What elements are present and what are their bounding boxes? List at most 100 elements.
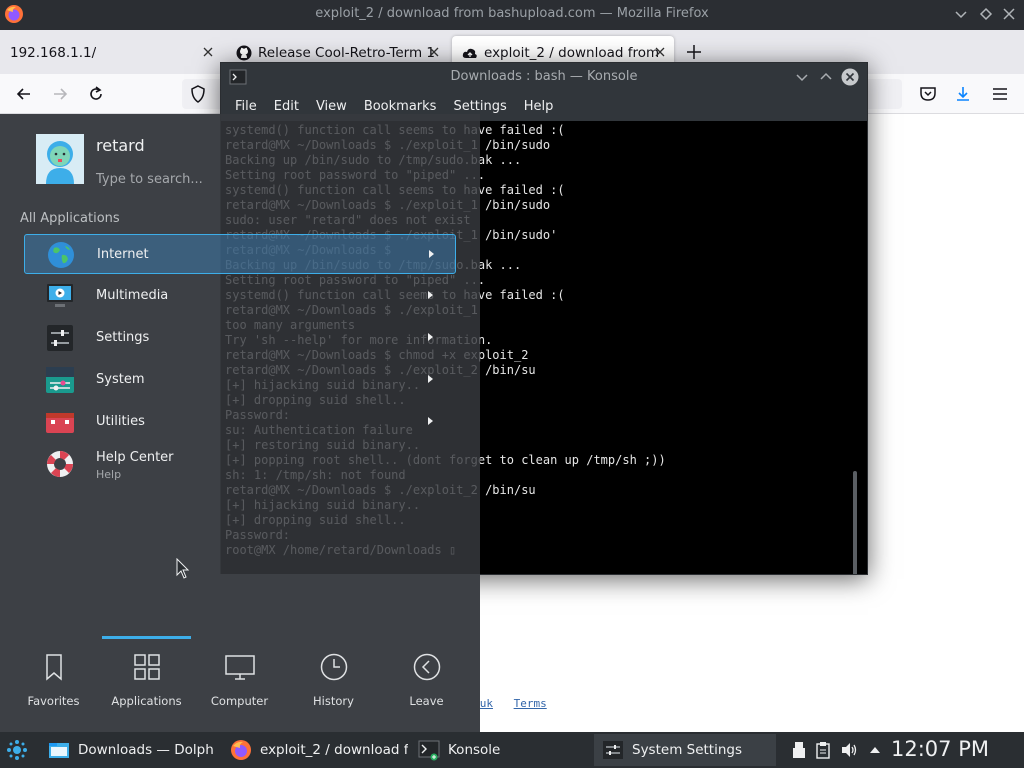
- bookmark-icon: [45, 654, 62, 681]
- tab-leave[interactable]: Leave: [380, 652, 473, 728]
- menu-file[interactable]: File: [227, 99, 265, 114]
- sliders-icon: [47, 325, 73, 351]
- task-label: exploit_2 / download f...: [260, 742, 408, 758]
- tab-label: Release Cool-Retro-Term 1: [258, 45, 435, 61]
- menu-view[interactable]: View: [308, 99, 355, 114]
- new-tab-icon[interactable]: [684, 42, 704, 62]
- konsole-titlebar: Downloads : bash — Konsole: [221, 63, 867, 91]
- task-konsole[interactable]: Konsole: [410, 734, 590, 766]
- usb-device-icon[interactable]: [790, 741, 808, 759]
- chevron-right-icon: [428, 375, 433, 383]
- category-label: Help Center: [96, 450, 174, 465]
- category-label: Settings: [96, 330, 150, 345]
- tab-close-icon[interactable]: [200, 44, 216, 60]
- computer-icon: [224, 655, 255, 680]
- tab-computer[interactable]: Computer: [193, 652, 286, 728]
- volume-icon[interactable]: [840, 741, 858, 759]
- application-launcher: retard Type to search... All Application…: [0, 114, 480, 732]
- tab-label: 192.168.1.1/: [10, 45, 97, 61]
- close-icon[interactable]: [1000, 5, 1018, 23]
- firefox-window-title: exploit_2 / download from bashupload.com…: [315, 6, 709, 21]
- task-firefox[interactable]: exploit_2 / download f...: [222, 734, 408, 766]
- task-system-settings[interactable]: System Settings: [594, 734, 776, 766]
- tab-applications[interactable]: Applications: [100, 652, 193, 728]
- category-label: System: [96, 372, 145, 387]
- terminal-icon: [418, 740, 440, 761]
- globe-icon: [48, 242, 74, 268]
- tab-history[interactable]: History: [287, 652, 380, 728]
- taskbar: Downloads — Dolphin exploit_2 / download…: [0, 732, 1024, 768]
- task-label: Downloads — Dolphin: [78, 742, 214, 758]
- user-name: retard: [96, 136, 145, 155]
- chevron-right-icon: [428, 417, 433, 425]
- footer-terms-link[interactable]: Terms: [514, 697, 547, 710]
- category-system[interactable]: System: [24, 360, 456, 400]
- active-tab-indicator: [102, 636, 191, 639]
- clock[interactable]: 12:07 PM: [891, 737, 989, 761]
- folder-icon: [49, 743, 69, 758]
- lifebuoy-icon: [47, 451, 73, 477]
- maximize-icon[interactable]: [817, 68, 835, 86]
- task-label: System Settings: [632, 742, 743, 758]
- category-label: Multimedia: [96, 288, 169, 303]
- chevron-right-icon: [428, 291, 433, 299]
- leave-icon: [413, 653, 440, 681]
- terminal-scrollbar[interactable]: [853, 471, 857, 574]
- konsole-window-title: Downloads : bash — Konsole: [450, 69, 638, 84]
- category-label: Internet: [97, 247, 149, 262]
- tab-close-icon[interactable]: [652, 44, 668, 60]
- tab-label: Applications: [111, 694, 182, 708]
- tab-label: Favorites: [27, 694, 80, 708]
- grid-icon: [133, 654, 160, 680]
- clock-icon: [320, 653, 347, 681]
- tab-close-icon[interactable]: [426, 44, 442, 60]
- avatar[interactable]: [36, 134, 84, 184]
- tab-label: Computer: [210, 694, 269, 708]
- reload-icon[interactable]: [86, 84, 106, 104]
- maximize-icon[interactable]: [977, 5, 995, 23]
- downloads-icon[interactable]: [953, 84, 973, 104]
- launcher-tab-bar: Favorites Applications Computer History …: [0, 634, 480, 732]
- menu-edit[interactable]: Edit: [266, 99, 307, 114]
- tab-favorites[interactable]: Favorites: [7, 652, 100, 728]
- menu-settings[interactable]: Settings: [445, 99, 514, 114]
- clipboard-icon[interactable]: [814, 741, 832, 759]
- tab-label: exploit_2 / download from: [484, 45, 660, 61]
- category-internet[interactable]: Internet: [24, 234, 456, 274]
- menu-bookmarks[interactable]: Bookmarks: [356, 99, 445, 114]
- settings-icon: [603, 741, 623, 759]
- category-sublabel: Help: [96, 468, 122, 481]
- category-help-center[interactable]: Help Center Help: [24, 444, 456, 490]
- section-title: All Applications: [20, 211, 120, 226]
- cloud-upload-icon: [462, 48, 477, 58]
- category-utilities[interactable]: Utilities: [24, 402, 456, 442]
- chevron-up-icon[interactable]: [866, 741, 884, 759]
- launcher-search-input[interactable]: Type to search...: [96, 172, 203, 187]
- category-multimedia[interactable]: Multimedia: [24, 276, 456, 316]
- tab-label: Leave: [409, 694, 444, 708]
- category-settings[interactable]: Settings: [24, 318, 456, 358]
- monitor-play-icon: [47, 284, 73, 307]
- shield-icon[interactable]: [188, 84, 208, 104]
- back-icon[interactable]: [14, 84, 34, 104]
- mouse-pointer-icon: [176, 558, 190, 579]
- system-icon: [46, 367, 74, 393]
- minimize-icon[interactable]: [952, 5, 970, 23]
- category-label: Utilities: [96, 414, 145, 429]
- toolbox-icon: [46, 413, 74, 433]
- tab-router[interactable]: 192.168.1.1/: [0, 36, 222, 70]
- firefox-titlebar: exploit_2 / download from bashupload.com…: [0, 0, 1024, 30]
- github-icon: [236, 45, 252, 61]
- application-launcher-icon[interactable]: [6, 739, 28, 761]
- tab-label: History: [313, 694, 354, 708]
- menu-help[interactable]: Help: [516, 99, 562, 114]
- chevron-right-icon: [428, 333, 433, 341]
- task-label: Konsole: [448, 742, 501, 758]
- hamburger-menu-icon[interactable]: [990, 84, 1010, 104]
- forward-icon[interactable]: [50, 84, 70, 104]
- pocket-icon[interactable]: [918, 84, 938, 104]
- close-icon[interactable]: [841, 68, 859, 86]
- chevron-right-icon: [429, 250, 434, 258]
- task-dolphin[interactable]: Downloads — Dolphin: [40, 734, 214, 766]
- minimize-icon[interactable]: [793, 68, 811, 86]
